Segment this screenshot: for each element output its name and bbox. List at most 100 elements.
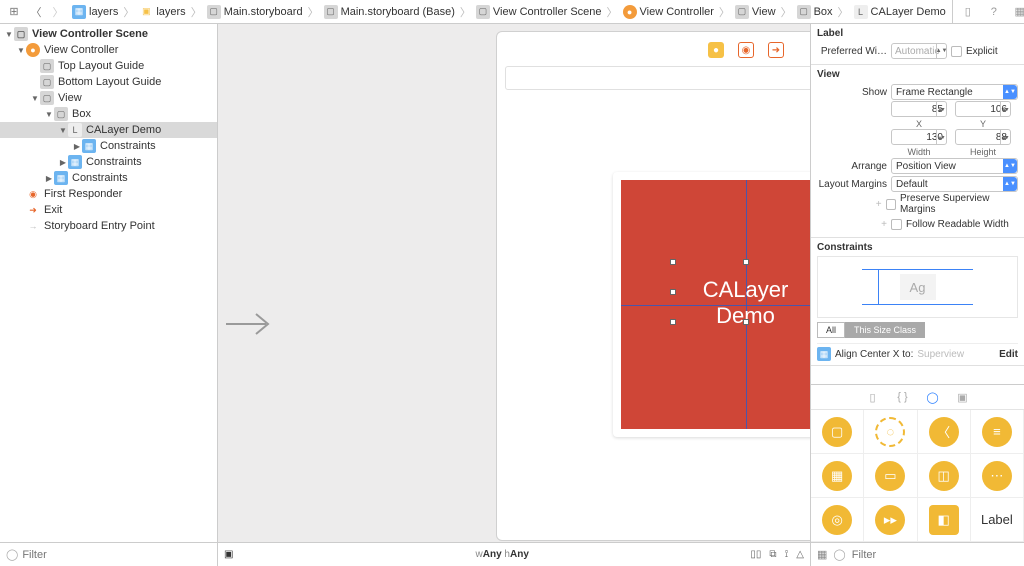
entry-arrow-icon — [226, 309, 276, 339]
chevron-right-icon: 〉 — [460, 4, 471, 20]
breadcrumb[interactable]: ▢View Controller Scene — [474, 5, 604, 19]
media-library-tab[interactable]: ▣ — [955, 389, 971, 405]
tree-item[interactable]: ◉First Responder — [0, 186, 217, 202]
filter-icon[interactable]: ◯ — [6, 548, 18, 561]
breadcrumb[interactable]: ▢Main.storyboard (Base) — [322, 5, 457, 19]
resize-handle[interactable] — [670, 289, 676, 295]
back-button[interactable]: 〈 — [26, 3, 46, 21]
align-button[interactable]: ⧉ — [769, 549, 776, 560]
height-label: Height — [970, 147, 996, 157]
exit-dock-icon[interactable]: ➜ — [768, 42, 784, 58]
library-filter-input[interactable] — [852, 549, 1018, 561]
tree-item[interactable]: ▶▦Constraints — [0, 138, 217, 154]
readable-width-label: Follow Readable Width — [906, 219, 1009, 230]
arrange-select[interactable]: Position View▲▼ — [891, 158, 1018, 174]
split-lib-icon: ◫ — [929, 461, 959, 491]
object-library-tab[interactable]: ◯ — [925, 389, 941, 405]
resolve-issues-button[interactable]: △ — [796, 549, 804, 560]
library-item[interactable]: ▸▸ — [864, 498, 917, 542]
breadcrumb[interactable]: ●View Controller — [621, 5, 716, 19]
viewcontroller-dock-icon[interactable]: ● — [708, 42, 724, 58]
add-rule-button[interactable]: + — [817, 199, 882, 210]
glk-lib-icon: ◎ — [822, 505, 852, 535]
resize-handle[interactable] — [743, 319, 749, 325]
edit-constraint-button[interactable]: Edit — [999, 349, 1018, 360]
toggle-outline-button[interactable]: ▣ — [224, 549, 233, 560]
layoutguide-icon: ▢ — [40, 75, 54, 89]
placeholder-lib-icon: ◌ — [875, 417, 905, 447]
canvas[interactable]: ● ◉ ➜ CALayer Demo — [218, 24, 810, 566]
resize-handle[interactable] — [743, 259, 749, 265]
library-item[interactable]: ▦ — [811, 454, 864, 498]
width-label: Width — [907, 147, 930, 157]
breadcrumb[interactable]: ▣layers — [137, 5, 187, 19]
selection-rect[interactable] — [673, 262, 810, 322]
grid-view-toggle[interactable]: ▦ — [817, 548, 827, 561]
library-item-label[interactable]: Label — [971, 498, 1024, 542]
outline-filter-input[interactable] — [22, 549, 211, 561]
forward-button: 〉 — [48, 3, 68, 21]
y-label: Y — [980, 119, 986, 129]
file-inspector-tab[interactable]: ▯ — [959, 3, 977, 21]
size-class-selector[interactable]: wAny hAny — [254, 549, 750, 560]
layout-margins-select[interactable]: Default▲▼ — [891, 176, 1018, 192]
resize-handle[interactable] — [670, 259, 676, 265]
y-stepper[interactable]: 106▴▾ — [955, 101, 1011, 117]
tree-item[interactable]: ▢Bottom Layout Guide — [0, 74, 217, 90]
add-rule-button[interactable]: + — [817, 219, 887, 230]
library-item[interactable]: 〈 — [918, 410, 971, 454]
constraints-preview[interactable]: Ag — [817, 256, 1018, 318]
chevron-right-icon: 〉 — [308, 4, 319, 20]
identity-inspector-tab[interactable]: ▦ — [1011, 3, 1024, 21]
breadcrumb[interactable]: ▢Box — [795, 5, 835, 19]
library-item[interactable]: ◎ — [811, 498, 864, 542]
width-stepper[interactable]: 130▴▾ — [891, 129, 947, 145]
chevron-right-icon: 〉 — [123, 4, 134, 20]
tree-item[interactable]: →Storyboard Entry Point — [0, 218, 217, 234]
tree-item-selected[interactable]: ▼LCALayer Demo — [0, 122, 217, 138]
scene-header[interactable]: ▼▢View Controller Scene — [0, 26, 217, 42]
tree-item[interactable]: ▶▦Constraints — [0, 170, 217, 186]
library-item[interactable]: ⋯ — [971, 454, 1024, 498]
filter-icon[interactable]: ◯ — [833, 548, 845, 561]
breadcrumb[interactable]: ▢Main.storyboard — [205, 5, 305, 19]
sizeclass-segmented[interactable]: AllThis Size Class — [817, 322, 925, 338]
breadcrumb[interactable]: ▢View — [733, 5, 778, 19]
preserve-margins-checkbox[interactable] — [886, 199, 896, 210]
readable-width-checkbox[interactable] — [891, 219, 902, 230]
breadcrumb[interactable]: LCALayer Demo — [852, 5, 948, 19]
file-template-tab[interactable]: ▯ — [865, 389, 881, 405]
folder-icon: ▣ — [139, 5, 153, 19]
tree-item[interactable]: ▼▢View — [0, 90, 217, 106]
quickhelp-inspector-tab[interactable]: ? — [985, 3, 1003, 21]
code-snippet-tab[interactable]: { } — [895, 389, 911, 405]
resize-handle[interactable] — [670, 319, 676, 325]
tree-item[interactable]: ▼▢Box — [0, 106, 217, 122]
view-icon: ▢ — [40, 91, 54, 105]
label-icon: L — [68, 123, 82, 137]
library-item[interactable]: ≡ — [971, 410, 1024, 454]
explicit-checkbox[interactable] — [951, 46, 962, 57]
tree-item[interactable]: ▢Top Layout Guide — [0, 58, 217, 74]
breadcrumb[interactable]: ▦layers — [70, 5, 120, 19]
tree-item[interactable]: ▼●View Controller — [0, 42, 217, 58]
height-stepper[interactable]: 88▴▾ — [955, 129, 1011, 145]
library-item[interactable]: ▭ — [864, 454, 917, 498]
tree-item[interactable]: ▶▦Constraints — [0, 154, 217, 170]
firstresponder-dock-icon[interactable]: ◉ — [738, 42, 754, 58]
library-item[interactable]: ◌ — [864, 410, 917, 454]
library-item[interactable]: ▢ — [811, 410, 864, 454]
stack-button[interactable]: ▯▯ — [750, 549, 761, 560]
tree-item[interactable]: ➜Exit — [0, 202, 217, 218]
preserve-margins-label: Preserve Superview Margins — [900, 193, 1018, 215]
library-item[interactable]: ◫ — [918, 454, 971, 498]
device-frame[interactable]: ● ◉ ➜ CALayer Demo — [496, 31, 810, 541]
box-view[interactable]: CALayer Demo — [613, 172, 810, 437]
preferred-width-stepper[interactable]: Automatic▲▼ — [891, 43, 947, 59]
related-items-icon[interactable]: ⊞ — [4, 3, 24, 21]
chevron-right-icon: 〉 — [719, 4, 730, 20]
pin-button[interactable]: ⟟ — [785, 549, 789, 560]
library-item[interactable]: ◧ — [918, 498, 971, 542]
x-stepper[interactable]: 85▴▾ — [891, 101, 947, 117]
show-select[interactable]: Frame Rectangle▲▼ — [891, 84, 1018, 100]
